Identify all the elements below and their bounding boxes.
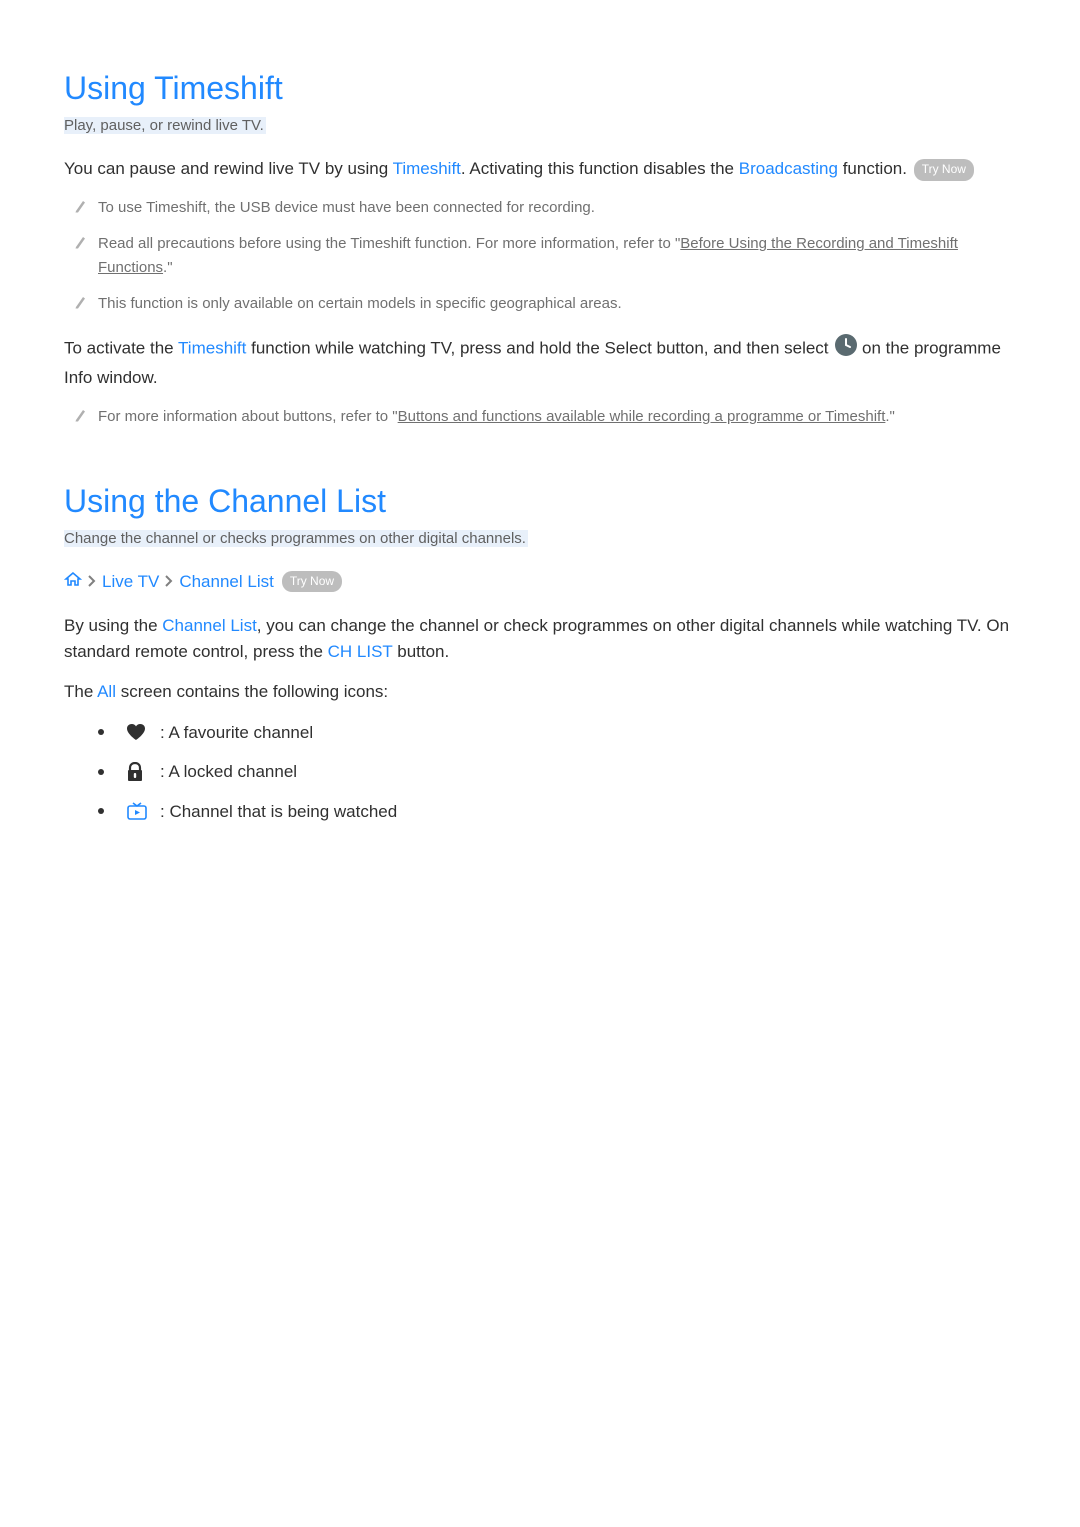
legend-item-favourite: : A favourite channel xyxy=(98,720,1016,746)
section-title: Using the Channel List xyxy=(64,477,1016,525)
note-text: This function is only available on certa… xyxy=(98,292,1016,316)
note-text: To use Timeshift, the USB device must ha… xyxy=(98,196,1016,220)
icon-legend-list: : A favourite channel : A locked channel… xyxy=(98,720,1016,825)
text: function. xyxy=(838,159,912,178)
section-subtitle-wrap: Play, pause, or rewind live TV. xyxy=(64,114,1016,138)
text: Read all precautions before using the Ti… xyxy=(98,235,680,252)
section-subtitle: Change the channel or checks programmes … xyxy=(64,530,528,547)
note-icon-col xyxy=(64,232,98,249)
section-subtitle: Play, pause, or rewind live TV. xyxy=(64,117,266,134)
bullet-icon xyxy=(98,729,104,735)
lock-icon xyxy=(126,762,154,782)
text: . Activating this function disables the xyxy=(461,159,739,178)
legend-text: : Channel that is being watched xyxy=(160,799,397,825)
text: You can pause and rewind live TV by usin… xyxy=(64,159,393,178)
note-icon-col xyxy=(64,405,98,422)
text: By using the xyxy=(64,616,162,635)
term-all: All xyxy=(97,682,116,701)
text: ." xyxy=(163,259,173,276)
section-channel-list: Using the Channel List Change the channe… xyxy=(64,477,1016,824)
try-now-button[interactable]: Try Now xyxy=(282,571,342,592)
note-item: This function is only available on certa… xyxy=(64,292,1016,316)
breadcrumb: Live TV Channel List Try Now xyxy=(64,569,1016,595)
text: ." xyxy=(885,408,895,425)
breadcrumb-item[interactable]: Live TV xyxy=(102,569,159,595)
text: For more information about buttons, refe… xyxy=(98,408,398,425)
note-icon-col xyxy=(64,196,98,213)
note-icon-col xyxy=(64,292,98,309)
pencil-note-icon xyxy=(74,295,86,309)
note-list: To use Timeshift, the USB device must ha… xyxy=(64,196,1016,316)
term-ch-list: CH LIST xyxy=(328,642,393,661)
text: function while watching TV, press and ho… xyxy=(246,339,833,358)
legend-text: : A locked channel xyxy=(160,759,297,785)
paragraph: To activate the Timeshift function while… xyxy=(64,334,1016,391)
term-timeshift: Timeshift xyxy=(393,159,461,178)
note-item: For more information about buttons, refe… xyxy=(64,405,1016,429)
link-buttons-functions[interactable]: Buttons and functions available while re… xyxy=(398,408,886,425)
tv-play-icon xyxy=(126,802,154,820)
try-now-button[interactable]: Try Now xyxy=(914,159,974,181)
timeshift-clock-icon xyxy=(835,334,857,364)
text: To activate the xyxy=(64,339,178,358)
term-channel-list: Channel List xyxy=(162,616,257,635)
text: button. xyxy=(393,642,450,661)
legend-item-locked: : A locked channel xyxy=(98,759,1016,785)
paragraph: You can pause and rewind live TV by usin… xyxy=(64,156,1016,182)
home-icon[interactable] xyxy=(64,569,82,595)
section-subtitle-wrap: Change the channel or checks programmes … xyxy=(64,527,1016,551)
section-timeshift: Using Timeshift Play, pause, or rewind l… xyxy=(64,64,1016,429)
term-timeshift: Timeshift xyxy=(178,339,246,358)
paragraph: By using the Channel List, you can chang… xyxy=(64,613,1016,666)
term-broadcasting: Broadcasting xyxy=(739,159,838,178)
note-item: To use Timeshift, the USB device must ha… xyxy=(64,196,1016,220)
legend-item-watching: : Channel that is being watched xyxy=(98,799,1016,825)
legend-text: : A favourite channel xyxy=(160,720,313,746)
pencil-note-icon xyxy=(74,199,86,213)
pencil-note-icon xyxy=(74,408,86,422)
bullet-icon xyxy=(98,769,104,775)
note-text: Read all precautions before using the Ti… xyxy=(98,232,1016,280)
note-list: For more information about buttons, refe… xyxy=(64,405,1016,429)
text: screen contains the following icons: xyxy=(116,682,388,701)
pencil-note-icon xyxy=(74,235,86,249)
note-text: For more information about buttons, refe… xyxy=(98,405,1016,429)
paragraph: The All screen contains the following ic… xyxy=(64,679,1016,705)
breadcrumb-item[interactable]: Channel List xyxy=(179,569,274,595)
note-item: Read all precautions before using the Ti… xyxy=(64,232,1016,280)
bullet-icon xyxy=(98,808,104,814)
text: The xyxy=(64,682,97,701)
section-title: Using Timeshift xyxy=(64,64,1016,112)
chevron-right-icon xyxy=(88,569,96,595)
chevron-right-icon xyxy=(165,569,173,595)
heart-icon xyxy=(126,723,154,741)
